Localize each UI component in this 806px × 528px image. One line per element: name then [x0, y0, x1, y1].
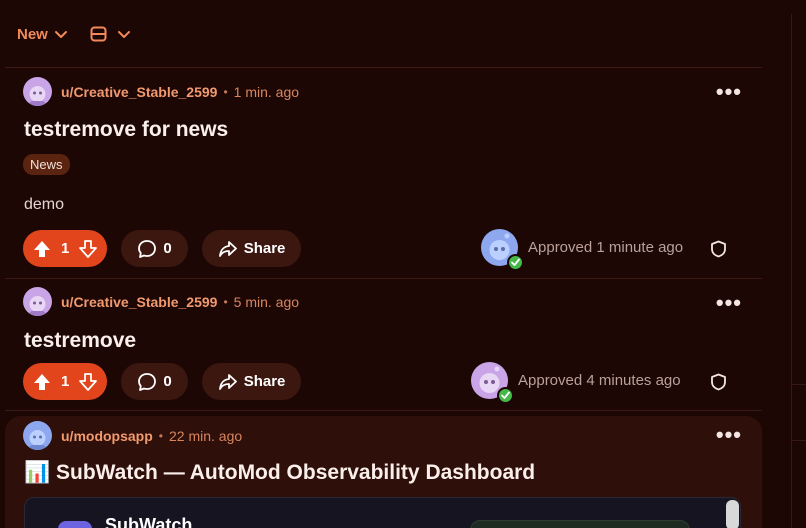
- upvote-icon[interactable]: [33, 240, 51, 258]
- post-card[interactable]: u/Creative_Stable_2599 • 5 min. ago ••• …: [5, 279, 762, 410]
- share-button[interactable]: Share: [201, 230, 302, 267]
- mod-avatar: [481, 229, 524, 271]
- post-time: 1 min. ago: [233, 83, 300, 100]
- comment-icon: [138, 372, 157, 391]
- mod-approval-status: Approved 4 minutes ago: [471, 362, 681, 404]
- subwatch-logo-icon: [58, 521, 92, 528]
- post-meta: u/Creative_Stable_2599 • 5 min. ago: [23, 287, 299, 316]
- share-icon: [218, 240, 237, 257]
- sidebar-divider: [792, 384, 806, 385]
- preview-scrollbar[interactable]: [726, 500, 739, 528]
- post-meta: u/Creative_Stable_2599 • 1 min. ago: [23, 77, 299, 106]
- chevron-down-icon: [117, 31, 130, 38]
- feed-toolbar: New: [0, 0, 790, 68]
- comments-button[interactable]: 0: [121, 363, 188, 400]
- vote-count: 1: [61, 373, 70, 390]
- separator-dot: •: [158, 428, 163, 443]
- share-label: Share: [243, 373, 286, 390]
- post-meta: u/modopsapp • 22 min. ago: [23, 421, 242, 450]
- post-actions: 1 0 Share: [23, 363, 302, 400]
- post-author[interactable]: u/modopsapp: [61, 428, 153, 444]
- separator-dot: •: [223, 294, 228, 309]
- post-title[interactable]: 📊 SubWatch — AutoMod Observability Dashb…: [24, 461, 535, 485]
- share-button[interactable]: Share: [201, 363, 302, 400]
- mod-approval-status: Approved 1 minute ago: [481, 229, 684, 271]
- more-options-icon[interactable]: •••: [716, 424, 742, 446]
- share-icon: [218, 373, 237, 390]
- post-title[interactable]: testremove for news: [24, 118, 228, 142]
- avatar[interactable]: [23, 287, 52, 316]
- vote-count: 1: [61, 240, 70, 257]
- downvote-icon[interactable]: [79, 372, 98, 391]
- post-actions: 1 0 Share: [23, 230, 302, 267]
- card-view-icon: [90, 26, 107, 42]
- share-label: Share: [243, 240, 286, 257]
- chevron-down-icon: [54, 31, 67, 38]
- vote-control: 1: [23, 230, 108, 267]
- approved-check-icon: [507, 254, 524, 271]
- comments-button[interactable]: 0: [121, 230, 188, 267]
- downvote-icon[interactable]: [79, 239, 98, 258]
- approval-text: Approved 4 minutes ago: [518, 372, 681, 389]
- more-options-icon[interactable]: •••: [716, 292, 742, 314]
- post-card[interactable]: u/Creative_Stable_2599 • 1 min. ago ••• …: [5, 68, 762, 278]
- post-body: demo: [24, 196, 65, 213]
- dashboard-preview-image[interactable]: SubWatch: [24, 497, 741, 528]
- mod-shield-icon[interactable]: [710, 240, 727, 258]
- comment-icon: [138, 239, 157, 258]
- sort-dropdown[interactable]: New: [17, 26, 68, 43]
- approved-check-icon: [497, 387, 514, 404]
- sort-label: New: [17, 25, 48, 43]
- post-author[interactable]: u/Creative_Stable_2599: [61, 84, 217, 100]
- feed-divider: [5, 410, 762, 411]
- mod-shield-icon[interactable]: [710, 373, 727, 391]
- post-time: 5 min. ago: [233, 293, 300, 310]
- approval-text: Approved 1 minute ago: [528, 239, 684, 256]
- right-sidebar-edge: [791, 14, 806, 528]
- avatar[interactable]: [23, 421, 52, 450]
- view-mode-dropdown[interactable]: [90, 26, 131, 42]
- comment-count: 0: [163, 373, 172, 390]
- post-time: 22 min. ago: [168, 427, 243, 444]
- post-flair[interactable]: News: [23, 154, 70, 175]
- mod-avatar: [471, 362, 514, 404]
- upvote-icon[interactable]: [33, 373, 51, 391]
- separator-dot: •: [223, 84, 228, 99]
- vote-control: 1: [23, 363, 108, 400]
- comment-count: 0: [163, 240, 172, 257]
- avatar[interactable]: [23, 77, 52, 106]
- preview-status-pill: [470, 520, 690, 528]
- more-options-icon[interactable]: •••: [716, 81, 742, 103]
- post-title[interactable]: testremove: [24, 329, 136, 353]
- post-author[interactable]: u/Creative_Stable_2599: [61, 294, 217, 310]
- sidebar-divider: [792, 440, 806, 441]
- preview-app-name: SubWatch: [105, 515, 193, 528]
